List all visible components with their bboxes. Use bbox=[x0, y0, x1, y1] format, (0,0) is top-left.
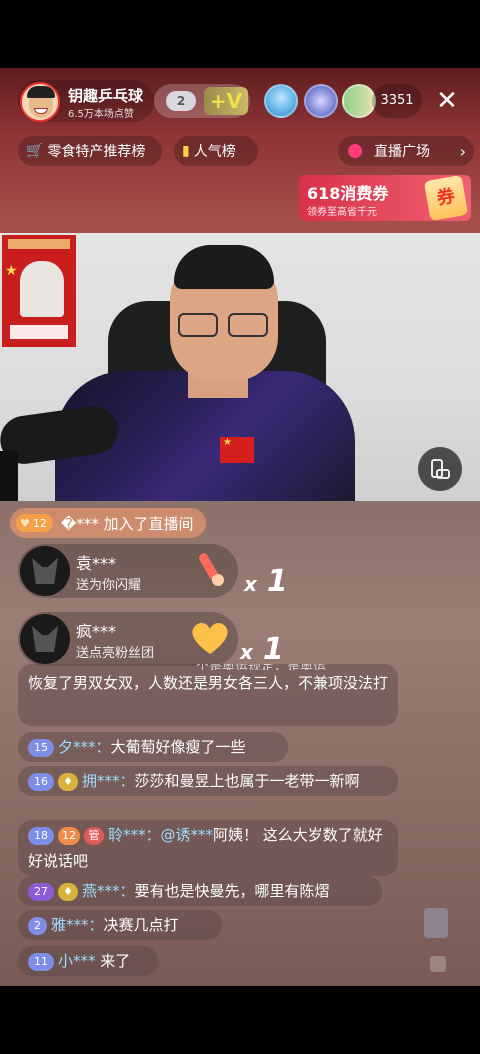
gifter-name: 袁*** bbox=[76, 554, 117, 573]
chevron-right-icon: › bbox=[459, 141, 466, 161]
chat-message[interactable]: 11 小*** 来了 bbox=[18, 946, 158, 976]
rotate-screen-icon bbox=[431, 459, 450, 479]
glow-stick-gift-icon bbox=[186, 546, 234, 594]
chat-username[interactable]: 夕***： bbox=[58, 738, 111, 756]
coupon-tag-icon: 券 bbox=[423, 175, 469, 221]
gift-notification[interactable]: 疯*** 送点亮粉丝团 bbox=[18, 612, 238, 666]
level-badge: 27 bbox=[28, 882, 54, 901]
side-product-thumbnail[interactable] bbox=[424, 908, 448, 938]
mention[interactable]: @诱*** bbox=[161, 826, 214, 844]
gift-notification[interactable]: 袁*** 送为你闪耀 bbox=[18, 544, 238, 598]
host-name: 钥趣乒乓球 bbox=[68, 87, 144, 105]
fan-badge: 12 bbox=[58, 826, 80, 845]
gift-desc: 送点亮粉丝团 bbox=[76, 646, 155, 661]
host-likes: 6.5万本场点赞 bbox=[68, 109, 134, 120]
viewer-avatar-3[interactable] bbox=[342, 84, 376, 118]
coupon-banner[interactable]: 618消费券 领券至高省千元 券 bbox=[299, 175, 471, 221]
level-badge: 18 bbox=[28, 826, 54, 845]
gifter-avatar[interactable] bbox=[20, 614, 70, 664]
fan-level-badge: ♥ 12 bbox=[16, 514, 53, 532]
rotate-screen-button[interactable] bbox=[418, 447, 462, 491]
live-plaza-button[interactable]: 直播广场 › bbox=[338, 136, 474, 166]
chat-message[interactable]: 15 夕***：大葡萄好像瘦了一些 bbox=[18, 732, 288, 762]
gift-count: x1 bbox=[244, 564, 288, 599]
level-badge: 11 bbox=[28, 952, 54, 971]
viewer-count[interactable]: 3351 bbox=[372, 84, 422, 118]
viewer-avatar-2[interactable] bbox=[304, 84, 338, 118]
viewer-avatar-1[interactable] bbox=[264, 84, 298, 118]
chat-message[interactable]: 27 ♦ 燕***：要有也是快曼先，哪里有陈熠 bbox=[18, 876, 382, 906]
heart-icon: ♥ bbox=[20, 516, 30, 530]
join-notification: ♥ 12 �*** 加入了直播间 bbox=[10, 508, 206, 538]
heart-gift-icon bbox=[186, 614, 234, 662]
side-small-icon[interactable] bbox=[430, 956, 446, 972]
level-badge: 2 bbox=[28, 916, 47, 935]
vip-badge: +V bbox=[204, 87, 248, 115]
wall-poster: ★ bbox=[2, 235, 76, 347]
bar-chart-icon: ▮ bbox=[182, 143, 190, 159]
coupon-title: 618消费券 bbox=[307, 184, 389, 203]
chat-message[interactable]: 个是奥运规定，是奥运 恢复了男双女双，人数还是男女各三人，不兼项没法打 bbox=[18, 664, 398, 726]
live-screen: ★ 钥趣乒乓球 6.5万本场点赞 2 +V bbox=[0, 68, 480, 986]
gift-count: x1 bbox=[240, 632, 284, 667]
close-button[interactable]: ✕ bbox=[432, 86, 462, 116]
chat-message[interactable]: 2 雅***：决赛几点打 bbox=[18, 910, 222, 940]
chat-username[interactable]: 聆***： bbox=[108, 826, 161, 844]
fan-club-icon: ♦ bbox=[58, 772, 78, 791]
cloud-badge-icon: 2 bbox=[160, 87, 202, 115]
cart-icon: 🛒 bbox=[26, 143, 44, 159]
fan-club-icon: ♦ bbox=[58, 882, 78, 901]
gift-desc: 送为你闪耀 bbox=[76, 578, 142, 593]
chat-username[interactable]: 雅***： bbox=[51, 916, 104, 934]
badge-group[interactable]: 2 +V bbox=[154, 84, 250, 118]
chat-message[interactable]: 16 ♦ 拥***：莎莎和曼昱上也属于一老带一新啊 bbox=[18, 766, 398, 796]
snack-rank-button[interactable]: 🛒 零食特产推荐榜 bbox=[18, 136, 162, 166]
live-video[interactable]: ★ bbox=[0, 233, 480, 501]
chat-username[interactable]: 小*** bbox=[58, 952, 96, 970]
host-avatar[interactable] bbox=[20, 82, 60, 122]
host-info[interactable]: 钥趣乒乓球 6.5万本场点赞 bbox=[18, 80, 154, 122]
coupon-subtitle: 领券至高省千元 bbox=[307, 207, 377, 218]
gifter-avatar[interactable] bbox=[20, 546, 70, 596]
plaza-icon bbox=[348, 144, 362, 158]
chat-username[interactable]: 燕***： bbox=[82, 882, 135, 900]
chat-username[interactable]: 拥***： bbox=[82, 772, 135, 790]
level-badge: 15 bbox=[28, 738, 54, 757]
popularity-rank-button[interactable]: ▮ 人气榜 bbox=[174, 136, 258, 166]
live-header: 钥趣乒乓球 6.5万本场点赞 2 +V 3351 ✕ bbox=[18, 80, 466, 122]
gifter-name: 疯*** bbox=[76, 622, 117, 641]
level-badge: 16 bbox=[28, 772, 54, 791]
admin-badge: 管 bbox=[84, 826, 104, 845]
chat-message[interactable]: 18 12 管聆***：@诱***阿姨！ 这么大岁数了就好好说话吧 bbox=[18, 820, 398, 876]
flag-patch bbox=[220, 437, 254, 463]
